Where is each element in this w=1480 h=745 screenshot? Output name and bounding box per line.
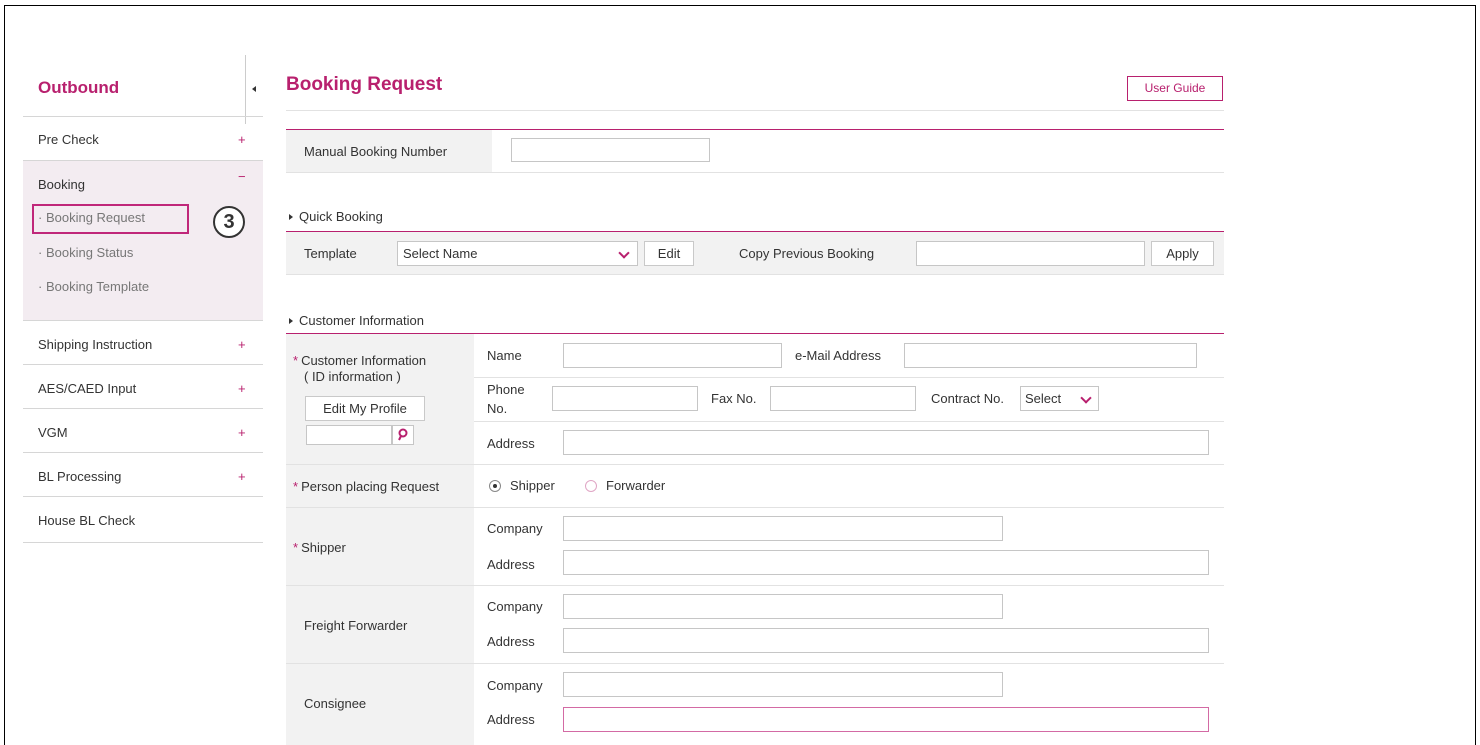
divider (23, 116, 263, 117)
divider (23, 408, 263, 409)
divider (23, 496, 263, 497)
chevron-down-icon (618, 247, 630, 259)
search-button[interactable] (392, 425, 414, 445)
radio-forwarder-label: Forwarder (606, 478, 666, 493)
sidebar-item-vgm[interactable]: VGM (38, 425, 68, 440)
shipper-address-label: Address (487, 557, 535, 572)
shipper-company-label: Company (487, 521, 543, 536)
plus-icon[interactable]: + (238, 132, 246, 147)
plus-icon[interactable]: + (238, 425, 246, 440)
contract-select[interactable]: Select (1020, 386, 1099, 411)
required-asterisk: * (293, 479, 299, 494)
template-label: Template (304, 246, 357, 261)
divider (23, 320, 263, 321)
plus-icon[interactable]: + (238, 337, 246, 352)
page-title: Booking Request (286, 74, 443, 95)
copy-previous-booking-input[interactable] (916, 241, 1145, 266)
sidebar-item-bl-processing[interactable]: BL Processing (38, 469, 121, 484)
id-information-label: ( ID information ) (304, 369, 401, 384)
shipper-label: * Shipper (293, 540, 346, 555)
divider (286, 172, 1224, 173)
divider (23, 452, 263, 453)
person-placing-request-label: * Person placing Request (293, 479, 440, 494)
shipper-address-input[interactable] (563, 550, 1209, 575)
template-select-value: Select Name (403, 246, 478, 261)
divider (23, 542, 263, 543)
forwarder-address-input[interactable] (563, 628, 1209, 653)
sidebar-title: Outbound (38, 78, 120, 97)
contract-label: Contract No. (931, 391, 1004, 406)
browser-frame: Outbound Pre Check + Booking − · Booking… (4, 5, 1476, 745)
step-number-badge: 3 (213, 206, 245, 238)
divider (286, 274, 1224, 275)
manual-booking-number-label: Manual Booking Number (304, 144, 448, 159)
edit-my-profile-button[interactable]: Edit My Profile (305, 396, 425, 421)
shipper-company-input[interactable] (563, 516, 1003, 541)
required-asterisk: * (293, 353, 299, 368)
caret-right-icon (289, 213, 293, 220)
consignee-address-input[interactable] (563, 707, 1209, 732)
divider (23, 160, 263, 161)
consignee-label: Consignee (304, 696, 367, 711)
sidebar-subitem-booking-template[interactable]: · Booking Template (38, 279, 149, 294)
collapse-left-icon (252, 86, 256, 92)
chevron-down-icon (1080, 392, 1092, 404)
radio-selected-icon (489, 480, 501, 492)
name-label: Name (487, 348, 522, 363)
consignee-company-input[interactable] (563, 672, 1003, 697)
sidebar-item-shipping-instruction[interactable]: Shipping Instruction (38, 337, 152, 352)
required-asterisk: * (293, 540, 299, 555)
fax-input[interactable] (770, 386, 916, 411)
forwarder-company-label: Company (487, 599, 543, 614)
sidebar-item-aes-caed-input[interactable]: AES/CAED Input (38, 381, 136, 396)
minus-icon[interactable]: − (238, 169, 246, 184)
divider (474, 377, 1224, 378)
phone-label-line2: No. (487, 401, 508, 416)
sidebar-collapse-handle[interactable] (245, 55, 266, 124)
address-label: Address (487, 436, 535, 451)
customer-address-input[interactable] (563, 430, 1209, 455)
copy-previous-booking-label: Copy Previous Booking (739, 246, 875, 261)
customer-id-input[interactable] (306, 425, 392, 445)
email-label: e-Mail Address (795, 348, 881, 363)
consignee-address-label: Address (487, 712, 535, 727)
customer-information-label: * Customer Information (293, 353, 427, 368)
radio-shipper-label: Shipper (510, 478, 555, 493)
email-input[interactable] (904, 343, 1197, 368)
apply-button[interactable]: Apply (1151, 241, 1214, 266)
divider (23, 364, 263, 365)
sidebar-item-house-bl-check[interactable]: House BL Check (38, 513, 135, 528)
plus-icon[interactable]: + (238, 469, 246, 484)
template-edit-button[interactable]: Edit (644, 241, 694, 266)
section-customer-information: Customer Information (289, 313, 424, 328)
section-quick-booking: Quick Booking (289, 209, 383, 224)
sidebar-item-pre-check[interactable]: Pre Check (38, 132, 99, 147)
phone-label-line1: Phone (487, 382, 525, 397)
forwarder-address-label: Address (487, 634, 535, 649)
fax-label: Fax No. (711, 391, 757, 406)
divider (286, 110, 1224, 111)
forwarder-company-input[interactable] (563, 594, 1003, 619)
contract-select-value: Select (1025, 391, 1062, 406)
consignee-company-label: Company (487, 678, 543, 693)
sidebar-item-booking[interactable]: Booking (38, 177, 85, 192)
sidebar-subitem-booking-status[interactable]: · Booking Status (38, 245, 133, 260)
phone-input[interactable] (552, 386, 698, 411)
manual-booking-number-input[interactable] (511, 138, 710, 162)
radio-unselected-icon (585, 480, 597, 492)
divider (474, 421, 1224, 422)
highlight-box (32, 204, 189, 234)
caret-right-icon (289, 317, 293, 324)
plus-icon[interactable]: + (238, 381, 246, 396)
user-guide-button[interactable]: User Guide (1127, 76, 1223, 101)
freight-forwarder-label: Freight Forwarder (304, 618, 408, 633)
name-input[interactable] (563, 343, 782, 368)
search-icon (398, 428, 408, 441)
template-select[interactable]: Select Name (397, 241, 638, 266)
